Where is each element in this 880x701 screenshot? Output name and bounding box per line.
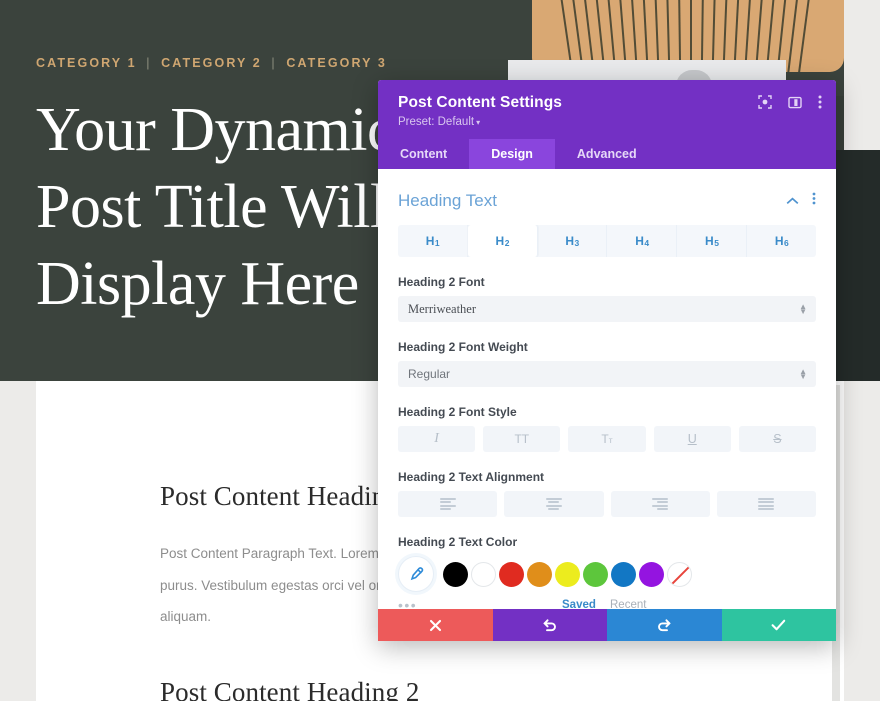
more-vertical-icon[interactable]: [812, 192, 816, 210]
preset-label: Preset: Default: [398, 116, 475, 128]
smallcaps-icon[interactable]: Tт: [568, 426, 646, 452]
focus-target-icon[interactable]: [758, 95, 772, 109]
modal-header: Post Content Settings Preset: Default ▾: [378, 80, 836, 139]
h4-sub: 4: [644, 238, 650, 248]
text-alignment-label: Heading 2 Text Alignment: [398, 470, 545, 484]
redo-button[interactable]: [607, 609, 722, 641]
section-header-heading-text: Heading Text: [398, 169, 816, 225]
category-2[interactable]: CATEGORY 2: [161, 56, 262, 70]
underline-icon[interactable]: U: [653, 426, 731, 452]
text-alignment-field: Heading 2 Text Alignment: [398, 470, 816, 517]
color-swatch-none[interactable]: [667, 561, 692, 587]
hero-categories: CATEGORY 1 | CATEGORY 2 | CATEGORY 3: [36, 56, 736, 70]
section-title[interactable]: Heading Text: [398, 191, 497, 211]
align-right-icon[interactable]: [610, 491, 710, 517]
more-vertical-icon[interactable]: [818, 95, 822, 109]
recent-colors-tab[interactable]: Recent: [610, 599, 646, 609]
h6-sub: 6: [784, 238, 789, 248]
h4-label: H: [635, 234, 644, 248]
category-1[interactable]: CATEGORY 1: [36, 56, 137, 70]
modal-title: Post Content Settings: [398, 94, 562, 111]
color-swatch-row: [398, 556, 816, 592]
chevron-down-icon: ▾: [476, 118, 481, 127]
align-center-icon[interactable]: [504, 491, 604, 517]
category-separator-1: |: [146, 56, 152, 70]
layout-split-icon[interactable]: [788, 96, 802, 109]
font-family-select[interactable]: Merriweather ▲ ▼: [398, 296, 816, 322]
color-swatch-green[interactable]: [583, 561, 608, 587]
h5-sub: 5: [714, 238, 719, 248]
heading-level-h4[interactable]: H4: [607, 225, 678, 257]
category-3[interactable]: CATEGORY 3: [286, 56, 387, 70]
cancel-button[interactable]: [378, 609, 493, 641]
h2-label: H: [495, 234, 505, 248]
italic-icon[interactable]: I: [398, 426, 476, 452]
font-family-field: Heading 2 Font Merriweather ▲ ▼: [398, 275, 816, 322]
align-justify-icon[interactable]: [716, 491, 816, 517]
text-color-label: Heading 2 Text Color: [398, 535, 518, 549]
tab-content[interactable]: Content: [378, 139, 469, 169]
h6-label: H: [774, 234, 784, 248]
h3-label: H: [565, 234, 575, 248]
heading-level-h2[interactable]: H2: [467, 225, 538, 257]
post-content-settings-modal: Post Content Settings Preset: Default▾: [378, 80, 836, 641]
heading-level-h5[interactable]: H5: [677, 225, 748, 257]
color-swatch-red[interactable]: [499, 561, 524, 587]
strikethrough-icon[interactable]: S: [738, 426, 817, 452]
h5-label: H: [705, 234, 714, 248]
h1-label: H: [425, 234, 435, 248]
h3-sub: 3: [574, 238, 580, 248]
preset-selector[interactable]: Preset: Default ▾: [398, 116, 818, 128]
uppercase-icon[interactable]: TT: [483, 426, 561, 452]
align-left-icon[interactable]: [398, 491, 498, 517]
font-weight-label: Heading 2 Font Weight: [398, 340, 528, 354]
font-family-value: Merriweather: [408, 301, 477, 316]
h2-sub: 2: [504, 238, 510, 248]
font-weight-select[interactable]: Regular ▲ ▼: [398, 361, 816, 387]
heading-level-h3[interactable]: H3: [538, 225, 608, 257]
color-swatch-white[interactable]: [471, 561, 496, 587]
font-style-field: Heading 2 Font Style I TT Tт U S: [398, 405, 817, 452]
font-family-label: Heading 2 Font: [398, 275, 485, 289]
undo-button[interactable]: [492, 609, 607, 641]
ellipsis-icon[interactable]: •••: [398, 598, 417, 609]
chevron-up-icon[interactable]: [786, 192, 799, 210]
uppercase-label: TT: [514, 432, 530, 446]
modal-action-bar: [378, 609, 836, 641]
smallcaps-label: Tт: [601, 432, 613, 446]
font-weight-value: Regular: [408, 367, 451, 381]
text-color-field: Heading 2 Text Color ••• Saved Recent: [398, 535, 816, 609]
font-style-label: Heading 2 Font Style: [398, 405, 517, 419]
modal-body: Heading Text H1 H2 H3 H4 H5 H6 Heading 2…: [378, 169, 836, 609]
chevron-updown-icon: ▲ ▼: [799, 302, 807, 316]
chevron-updown-icon: ▲ ▼: [799, 367, 807, 381]
modal-tabs: Content Design Advanced: [378, 139, 836, 169]
color-swatch-orange[interactable]: [527, 561, 552, 587]
h1-sub: 1: [434, 238, 440, 248]
post-content-heading-2: Post Content Heading 2: [160, 677, 420, 701]
font-weight-field: Heading 2 Font Weight Regular ▲ ▼: [398, 340, 816, 387]
heading-level-tabs: H1 H2 H3 H4 H5 H6: [398, 225, 816, 257]
color-swatch-blue[interactable]: [611, 561, 636, 587]
color-swatch-black[interactable]: [443, 561, 468, 587]
heading-level-h1[interactable]: H1: [398, 225, 468, 257]
category-separator-2: |: [271, 56, 277, 70]
hero-dark-edge: [838, 150, 880, 381]
tab-design[interactable]: Design: [469, 139, 555, 169]
color-swatch-yellow[interactable]: [555, 561, 580, 587]
saved-colors-tab[interactable]: Saved: [562, 599, 596, 609]
color-swatch-purple[interactable]: [639, 561, 664, 587]
eyedropper-icon[interactable]: [398, 556, 434, 592]
save-button[interactable]: [721, 609, 836, 641]
tab-advanced[interactable]: Advanced: [555, 139, 659, 169]
heading-level-h6[interactable]: H6: [747, 225, 816, 257]
